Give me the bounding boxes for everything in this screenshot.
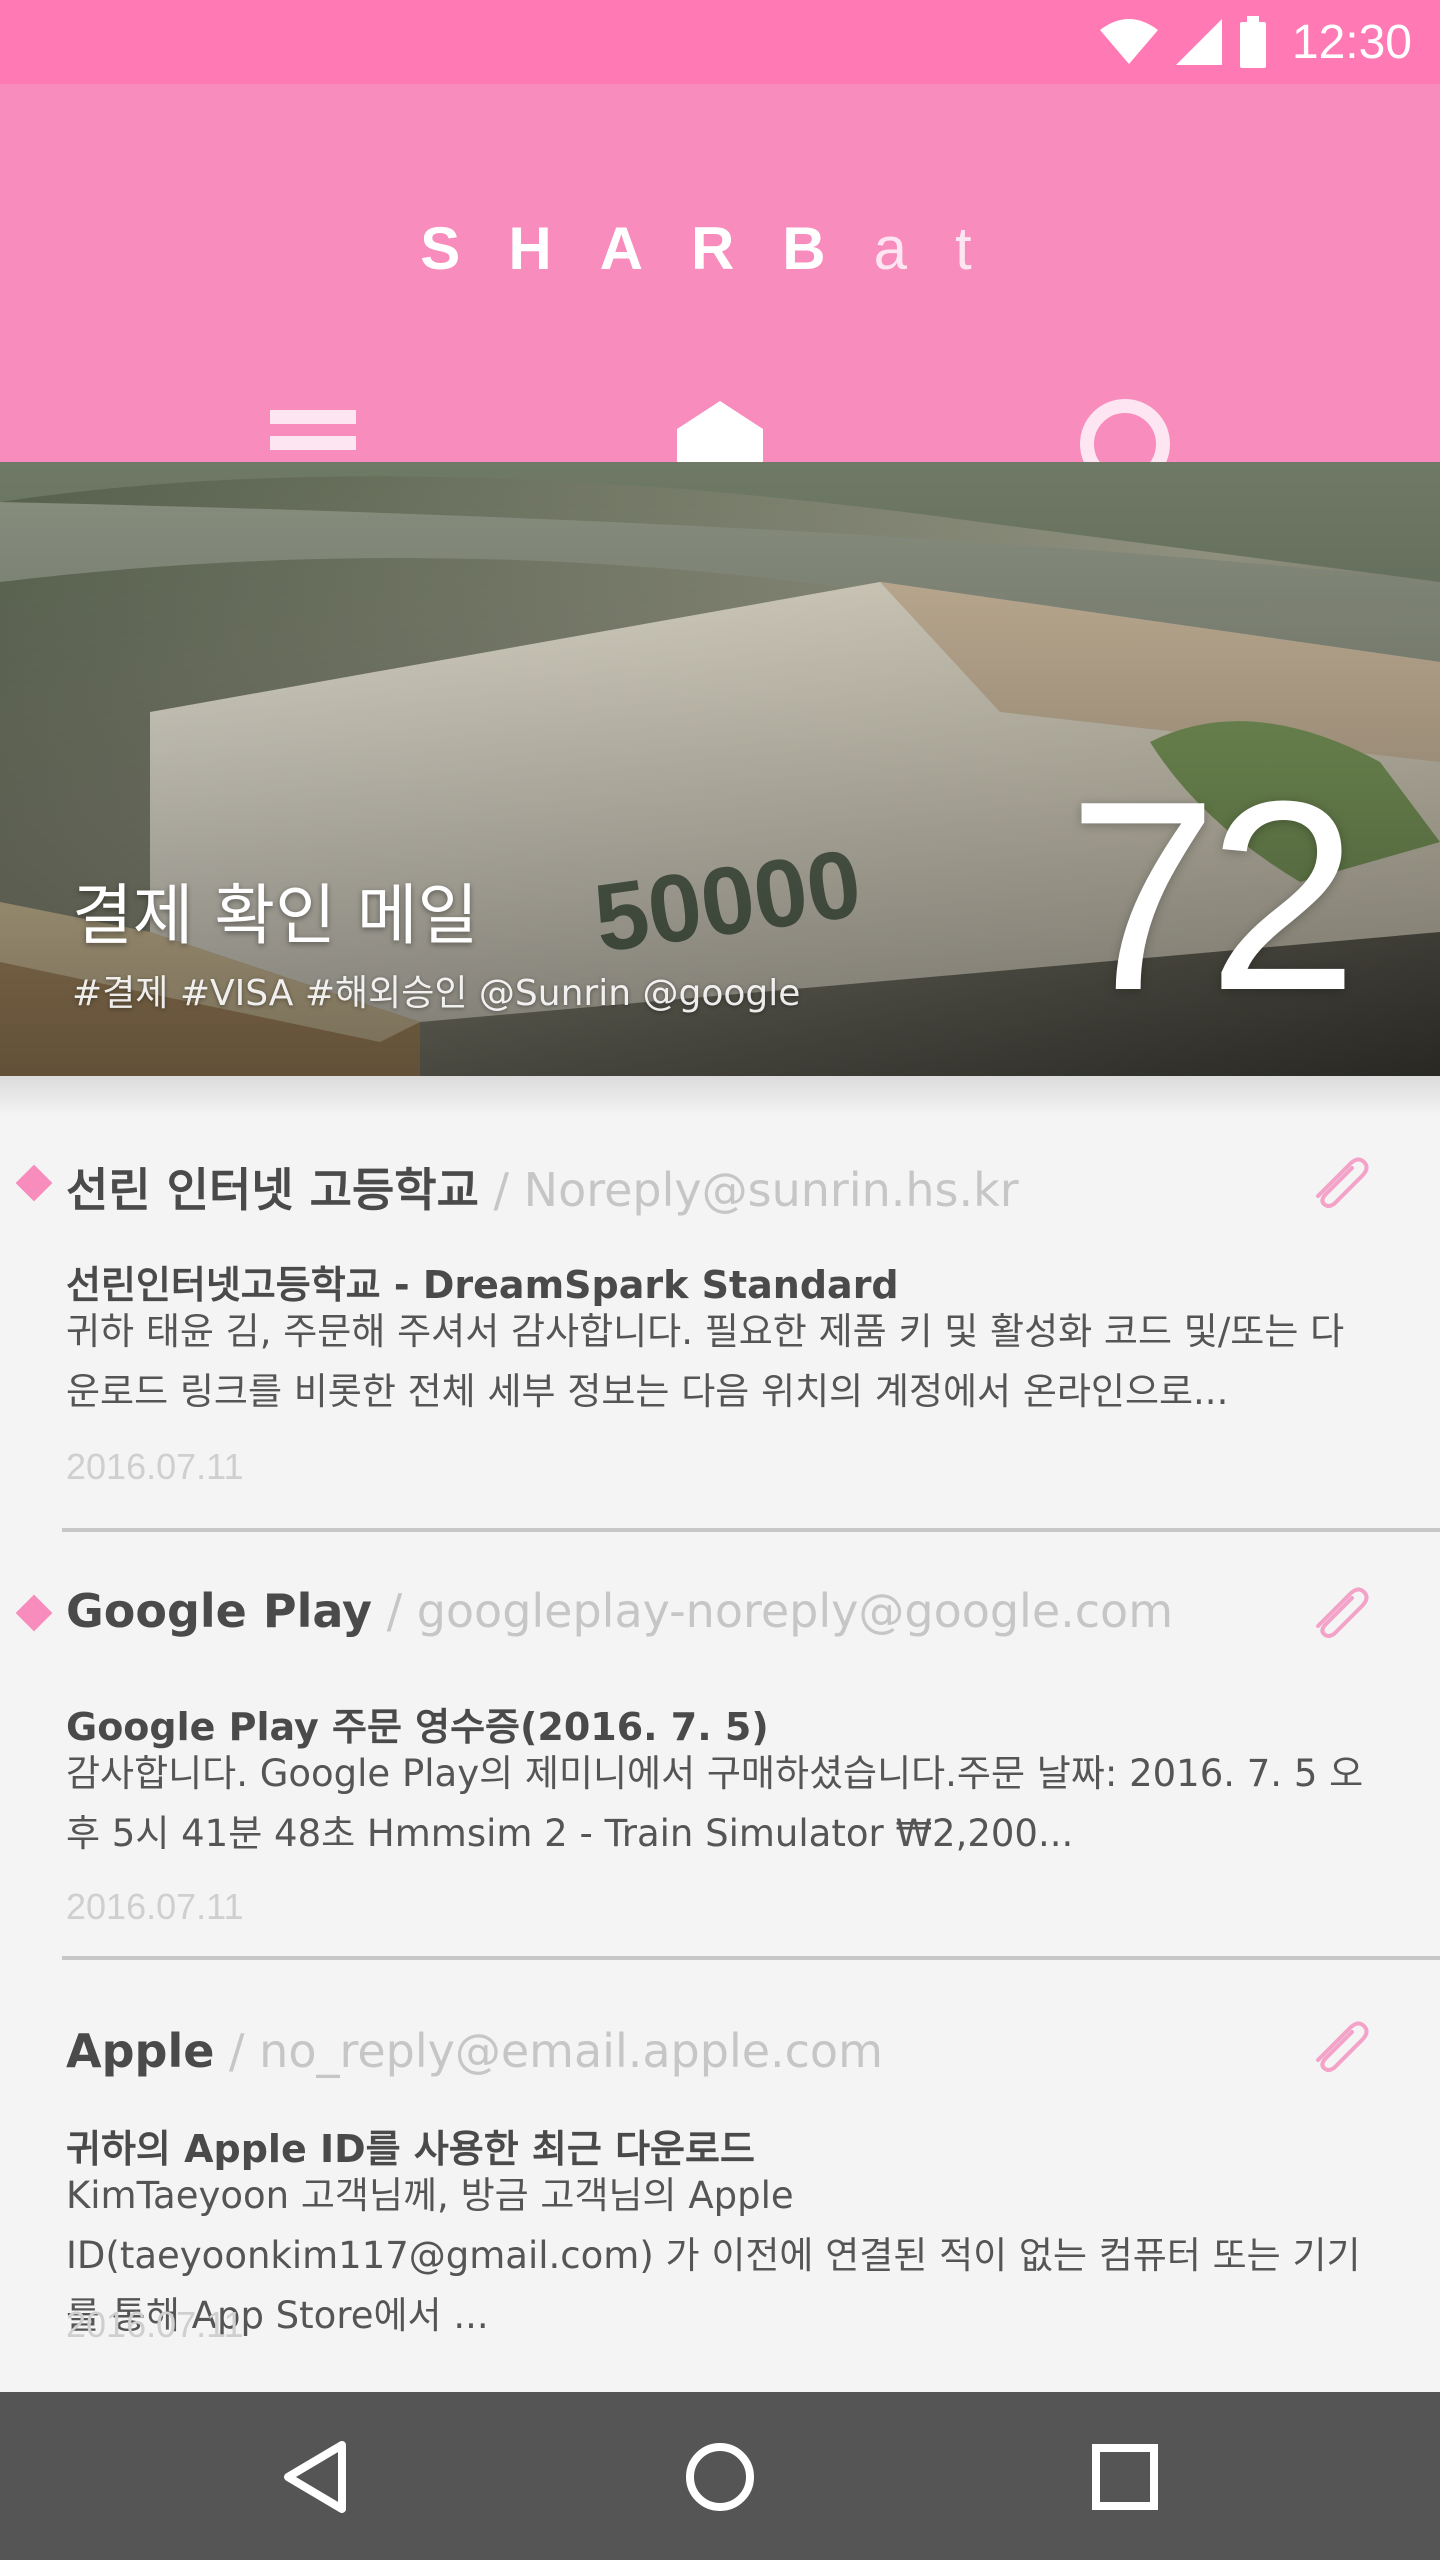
mail-preview: 감사합니다. Google Play의 제미니에서 구매하셨습니다.주문 날짜:…: [66, 1752, 1364, 1855]
mail-item[interactable]: Apple / no_reply@email.apple.com 귀하의 App…: [0, 1978, 1440, 2378]
divider: [62, 1528, 1440, 1532]
mail-subject: 선린인터넷고등학교 - DreamSpark Standard: [66, 1263, 899, 1307]
wifi-icon: [1099, 19, 1158, 64]
hero-title: 결제 확인 메일: [72, 877, 479, 954]
mail-subject: 귀하의 Apple ID를 사용한 최근 다운로드: [66, 2127, 755, 2171]
hero-banner[interactable]: 50000 결제 확인 메일 #결제 #VISA #해외승인 @Sunrin @…: [0, 462, 1440, 1076]
app-title-suffix: at: [873, 215, 1020, 282]
attachment-icon: [1316, 2021, 1369, 2072]
mail-date: 2016.07.11: [66, 2304, 244, 2345]
battery-icon: [1239, 16, 1266, 68]
hero-mail-count: 72: [1067, 746, 1358, 1047]
back-icon[interactable]: [270, 2432, 360, 2522]
mail-item[interactable]: 선린 인터넷 고등학교 / Noreply@sunrin.hs.kr 선린인터넷…: [0, 1116, 1440, 1536]
sender-email: Noreply@sunrin.hs.kr: [523, 1163, 1019, 1217]
sender-line: 선린 인터넷 고등학교 / Noreply@sunrin.hs.kr: [66, 1163, 1019, 1217]
sender-name: Apple: [66, 2024, 215, 2078]
hero-shadow: [0, 1076, 1440, 1116]
status-time: 12:30: [1291, 15, 1412, 69]
sender-email: googleplay-noreply@google.com: [416, 1584, 1174, 1638]
sender-email: no_reply@email.apple.com: [259, 2024, 883, 2078]
recents-icon[interactable]: [1080, 2432, 1170, 2522]
system-nav-bar: [0, 2392, 1440, 2560]
attachment-icon: [1316, 1157, 1369, 1208]
mail-preview: 귀하 태윤 김, 주문해 주셔서 감사합니다. 필요한 제품 키 및 활성화 코…: [66, 1310, 1345, 1413]
sender-line: Apple / no_reply@email.apple.com: [66, 2024, 883, 2078]
app-bar: SHARBat: [0, 84, 1440, 489]
home-circle-icon[interactable]: [675, 2432, 765, 2522]
mail-preview: KimTaeyoon 고객님께, 방금 고객님의 Apple ID(taeyoo…: [66, 2174, 1361, 2337]
mail-subject: Google Play 주문 영수증(2016. 7. 5): [66, 1705, 769, 1749]
unread-indicator: [15, 1164, 53, 1202]
unread-indicator: [15, 1594, 53, 1632]
mail-item[interactable]: Google Play / googleplay-noreply@google.…: [0, 1546, 1440, 1946]
hero-tags: #결제 #VISA #해외승인 @Sunrin @google: [72, 973, 801, 1014]
sender-name: 선린 인터넷 고등학교: [66, 1163, 479, 1217]
signal-icon: [1175, 19, 1222, 65]
sender-line: Google Play / googleplay-noreply@google.…: [66, 1584, 1174, 1638]
divider: [62, 1956, 1440, 1960]
app-title: SHARBat: [0, 214, 1440, 283]
mail-date: 2016.07.11: [66, 1886, 244, 1927]
status-bar: 12:30: [0, 0, 1440, 84]
attachment-icon: [1316, 1587, 1369, 1638]
app-title-brand: SHARB: [420, 215, 874, 282]
mail-date: 2016.07.11: [66, 1446, 244, 1487]
sender-name: Google Play: [66, 1584, 372, 1638]
